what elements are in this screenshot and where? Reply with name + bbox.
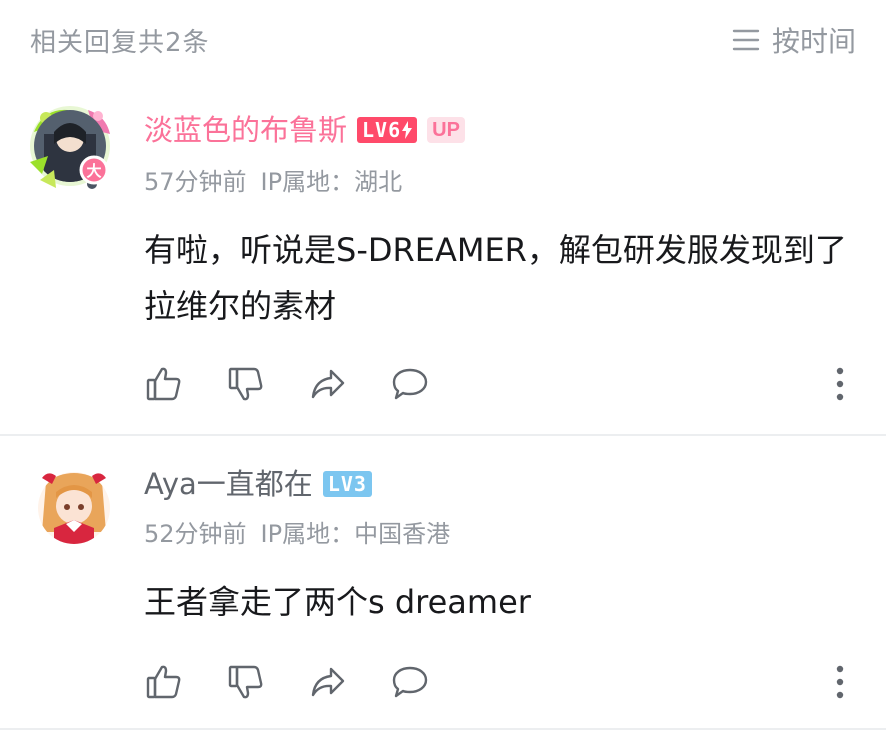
comment-actions xyxy=(144,662,856,702)
reply-icon[interactable] xyxy=(390,364,430,404)
reply-count-title: 相关回复共2条 xyxy=(30,28,210,58)
list-icon xyxy=(732,26,760,54)
avatar[interactable] xyxy=(28,462,120,554)
reply-page: 相关回复共2条 按时间 大 淡蓝色的布鲁斯 LV6 UP 57分钟前 IP属地：… xyxy=(0,0,886,747)
ip-location: IP属地：中国香港 xyxy=(260,520,451,548)
avatar[interactable]: 大 xyxy=(28,104,120,196)
share-icon[interactable] xyxy=(308,662,348,702)
up-badge: UP xyxy=(427,117,465,143)
divider xyxy=(0,434,886,436)
reply-icon[interactable] xyxy=(390,662,430,702)
comment-actions xyxy=(144,364,856,404)
timestamp: 52分钟前 xyxy=(144,520,247,548)
sort-label: 按时间 xyxy=(771,25,856,58)
more-icon[interactable] xyxy=(830,364,850,404)
ip-location: IP属地：湖北 xyxy=(260,168,403,196)
more-icon[interactable] xyxy=(830,662,850,702)
sort-button[interactable]: 按时间 xyxy=(732,20,856,60)
comment-header: 淡蓝色的布鲁斯 LV6 UP xyxy=(144,112,465,148)
comment-meta: 52分钟前 IP属地：中国香港 xyxy=(144,514,450,549)
dislike-icon[interactable] xyxy=(226,662,266,702)
like-icon[interactable] xyxy=(144,364,184,404)
svg-text:大: 大 xyxy=(86,162,101,180)
username[interactable]: Aya一直都在 xyxy=(144,466,313,502)
reply-header: 相关回复共2条 按时间 xyxy=(0,0,886,78)
comment-content: 有啦，听说是S-DREAMER，解包研发服发现到了拉维尔的素材 xyxy=(144,231,847,325)
username[interactable]: 淡蓝色的布鲁斯 xyxy=(144,112,347,148)
share-icon[interactable] xyxy=(308,364,348,404)
timestamp: 57分钟前 xyxy=(144,168,247,196)
comment-meta: 57分钟前 IP属地：湖北 xyxy=(144,162,402,197)
comment-header: Aya一直都在 LV3 xyxy=(144,466,372,502)
divider xyxy=(0,728,886,730)
like-icon[interactable] xyxy=(144,662,184,702)
level-badge: LV3 xyxy=(322,471,372,497)
comment-content: 王者拿走了两个s dreamer xyxy=(144,583,531,621)
level-label: LV6 xyxy=(362,118,402,142)
level-badge: LV6 xyxy=(357,117,418,143)
dislike-icon[interactable] xyxy=(226,364,266,404)
lightning-icon xyxy=(402,121,413,139)
